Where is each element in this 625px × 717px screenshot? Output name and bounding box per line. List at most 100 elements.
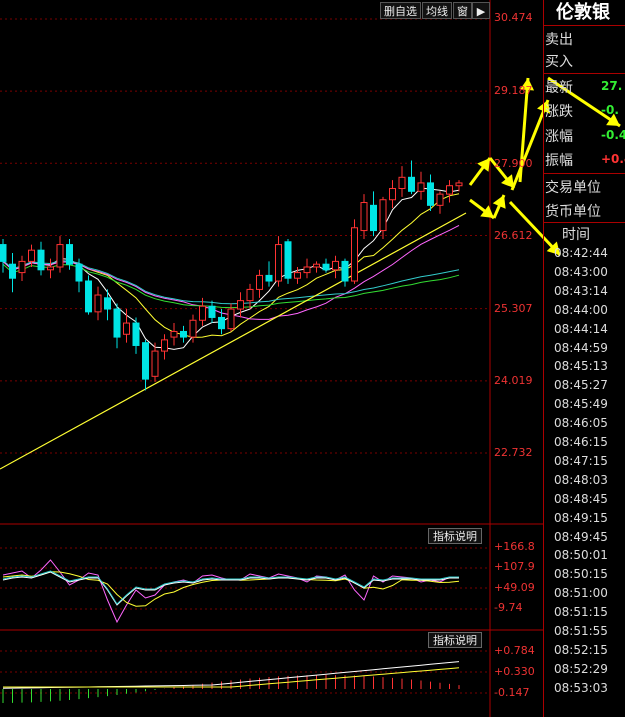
trade-time: 08:49:15	[554, 510, 608, 525]
candle-body	[151, 350, 159, 377]
candle-body	[398, 176, 406, 190]
candle-body	[284, 241, 292, 279]
trade-time: 08:50:15	[554, 567, 608, 582]
forecast-arrow-head	[480, 205, 494, 218]
candle-body	[294, 272, 301, 279]
candle-body	[379, 199, 387, 232]
trade-time: 08:43:00	[554, 264, 608, 279]
trade-time: 08:44:59	[554, 340, 608, 355]
trade-time: 08:46:15	[554, 435, 608, 449]
delete-watchlist-button[interactable]: 删自选	[380, 2, 421, 19]
trade-time: 08:51:00	[554, 586, 608, 601]
candle-body	[9, 263, 16, 279]
ind2-tick: -0.147	[494, 686, 530, 699]
candle-body	[0, 244, 7, 262]
candle-body	[218, 316, 225, 330]
trade-time: 08:42:44	[554, 246, 608, 260]
latest-value: 27.	[601, 79, 623, 93]
trade-time: 08:51:55	[554, 624, 608, 638]
candle-body	[227, 308, 235, 330]
ind1-tick: +166.8	[494, 540, 535, 553]
indicator2-help-button[interactable]: 指标说明	[428, 632, 482, 648]
instrument-title: 伦敦银	[556, 2, 610, 23]
price-tick: 25.307	[494, 302, 533, 315]
trade-time: 08:45:13	[554, 359, 608, 374]
change-value: -0.	[601, 103, 619, 117]
candle-body	[360, 202, 368, 232]
trade-unit-label: 交易单位	[545, 180, 601, 196]
candle-body	[123, 322, 130, 335]
candle-body	[199, 305, 206, 321]
price-chart[interactable]	[0, 0, 625, 717]
trade-time: 08:49:45	[554, 529, 608, 544]
candle-body	[417, 182, 425, 192]
time-header: 时间	[562, 227, 590, 243]
trade-time: 08:50:01	[554, 548, 608, 563]
ind1-tick: -9.74	[494, 601, 523, 614]
candle-body	[75, 263, 83, 282]
candle-body	[332, 260, 339, 271]
kdj-k-line	[2, 559, 460, 624]
divider	[544, 173, 625, 174]
candle-body	[170, 330, 178, 338]
candle-body	[389, 188, 396, 201]
candle-body	[208, 305, 216, 318]
indicator1-help-button[interactable]: 指标说明	[428, 528, 482, 544]
candle-body	[56, 244, 64, 268]
candle-body	[104, 297, 111, 310]
trade-time: 08:53:03	[554, 680, 608, 695]
divider	[544, 73, 625, 74]
candle-body	[28, 249, 35, 262]
candle-body	[436, 193, 444, 206]
price-tick: 27.900	[494, 157, 533, 170]
trade-time: 08:44:00	[554, 302, 608, 317]
trade-time: 08:45:27	[554, 378, 608, 393]
ind2-tick: +0.784	[494, 644, 535, 657]
candle-body	[237, 300, 244, 310]
ma-lines-button[interactable]: 均线	[422, 2, 452, 19]
candle-body	[189, 319, 197, 338]
trade-time: 08:52:29	[554, 661, 608, 676]
candle-body	[446, 185, 453, 195]
candle-body	[18, 260, 26, 274]
trade-time: 08:47:15	[554, 453, 608, 468]
candle-body	[275, 244, 282, 282]
candle-body	[256, 274, 263, 290]
price-tick: 24.019	[494, 374, 533, 387]
trade-time: 08:45:49	[554, 397, 608, 412]
ind1-tick: +49.09	[494, 581, 535, 594]
amplitude-value: +0.4	[601, 152, 625, 166]
candle-body	[142, 342, 149, 380]
candle-body	[132, 322, 140, 346]
price-tick: 30.474	[494, 11, 533, 24]
sell-label: 卖出	[545, 32, 573, 48]
candle-body	[313, 263, 320, 268]
candle-body	[85, 280, 92, 313]
price-tick: 26.612	[494, 229, 533, 242]
ind1-tick: +107.9	[494, 560, 535, 573]
chart-window: 删自选 均线 窗 ▶ 30.474 29.187 27.900 26.612 2…	[0, 0, 625, 717]
candle-body	[47, 266, 54, 271]
change-pct-value: -0.4	[601, 128, 625, 142]
candle-body	[246, 288, 254, 302]
exit-icon[interactable]: ▶	[472, 2, 490, 19]
trade-time: 08:52:15	[554, 642, 608, 657]
candle-body	[351, 227, 358, 282]
candle-body	[455, 182, 463, 187]
candle-body	[161, 339, 168, 352]
candle-body	[265, 274, 273, 282]
price-tick: 29.187	[494, 84, 533, 97]
candle-body	[322, 263, 330, 271]
candle-body	[370, 204, 377, 232]
ma60-line	[2, 259, 460, 305]
window-button[interactable]: 窗	[453, 2, 472, 19]
divider	[544, 222, 625, 223]
candle-body	[180, 330, 187, 338]
candle-body	[303, 266, 311, 274]
candle-body	[37, 249, 45, 271]
trade-time: 08:44:14	[554, 321, 608, 336]
currency-label: 货币单位	[545, 204, 601, 220]
candle-body	[113, 308, 121, 338]
trade-time: 08:48:45	[554, 491, 608, 506]
trade-time: 08:43:14	[554, 283, 608, 298]
